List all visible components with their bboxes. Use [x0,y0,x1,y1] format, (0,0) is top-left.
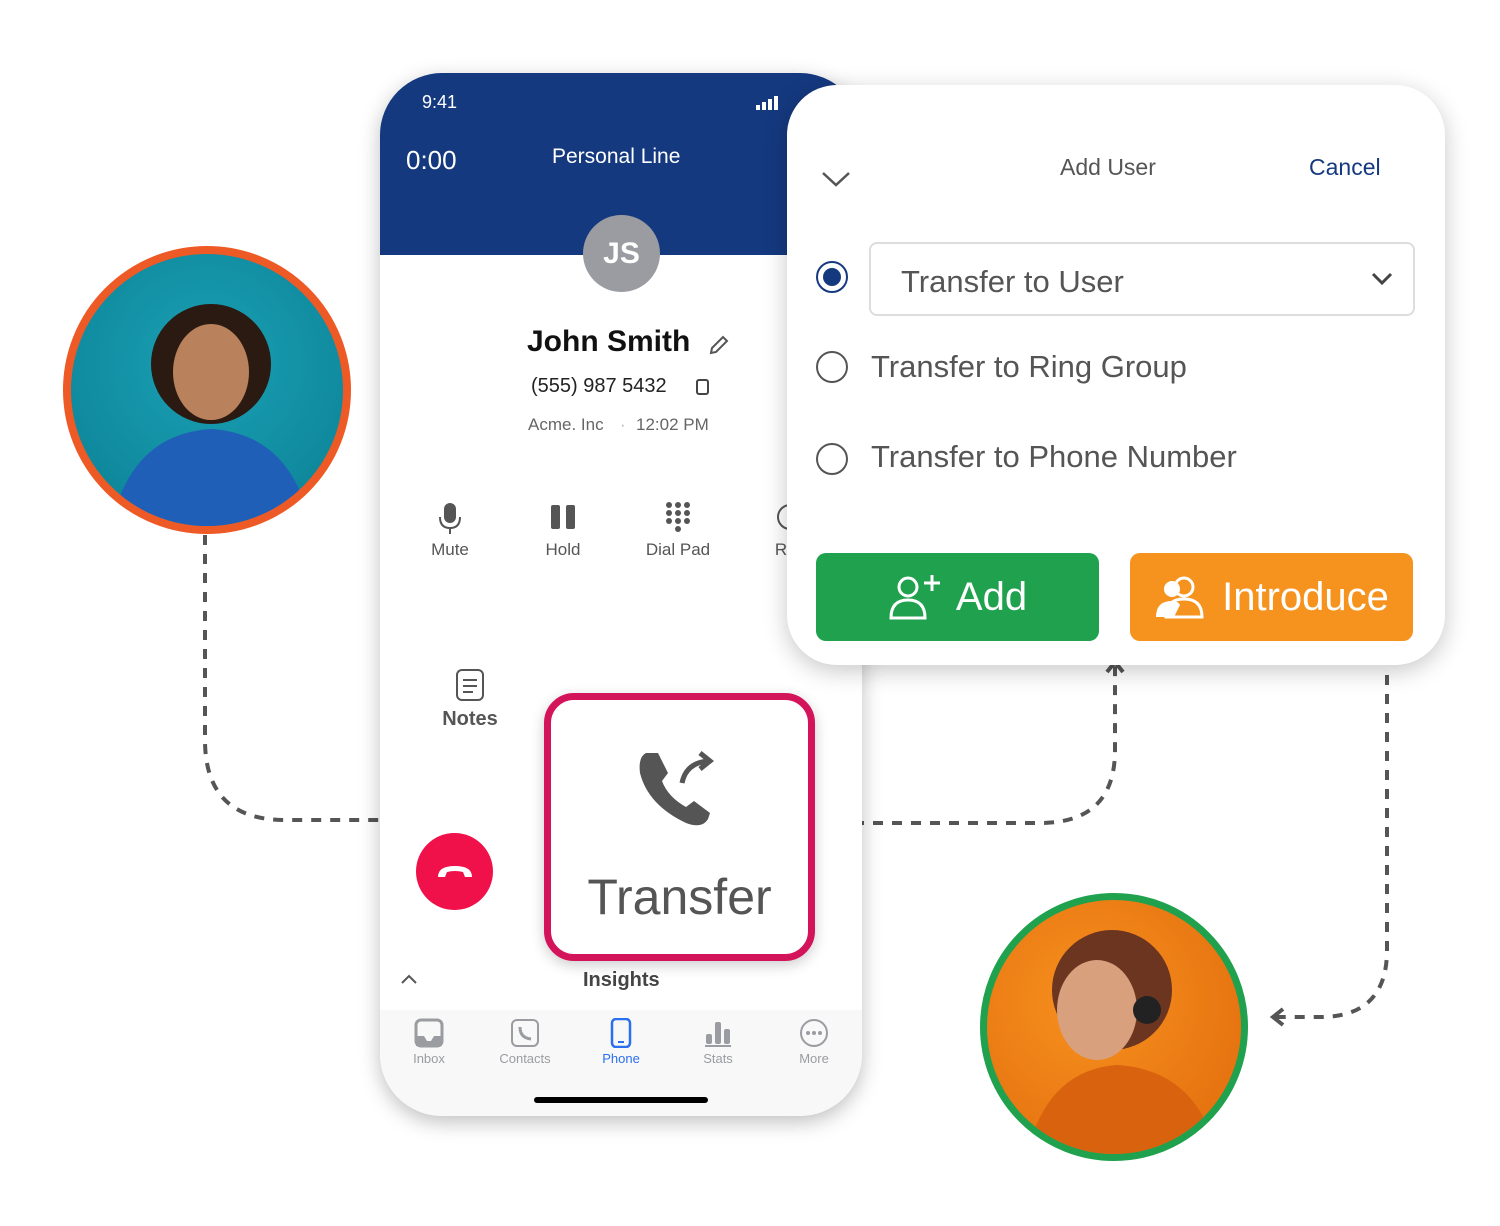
add-user-popup: Add User Cancel Transfer to User Transfe… [787,85,1445,665]
contact-company: Acme. Inc [528,415,604,434]
pause-icon [551,505,575,529]
transfer-user-select[interactable]: Transfer to User [869,242,1415,316]
hangup-icon [437,865,472,877]
contact-phone: (555) 987 5432 [531,375,667,397]
radio-ring-group[interactable] [816,351,848,383]
tab-label: Phone [602,1051,640,1066]
mute-button[interactable]: Mute [410,501,490,560]
transfer-label: Transfer [587,869,772,925]
radio-transfer-user[interactable] [816,261,848,293]
tab-label: More [799,1051,829,1066]
call-timer: 0:00 [406,145,457,175]
add-user-icon [889,575,940,620]
select-value: Transfer to User [901,264,1124,299]
microphone-icon [439,503,461,534]
agent-photo-left [63,246,351,534]
hold-button[interactable]: Hold [523,501,603,560]
tab-phone[interactable]: Phone [581,1017,661,1066]
copy-icon[interactable] [694,377,712,397]
chevron-up-icon[interactable] [400,973,418,985]
cancel-button[interactable]: Cancel [1309,154,1381,181]
more-icon [800,1019,828,1047]
radio-phone-number[interactable] [816,443,848,475]
phone-transfer-icon [639,751,715,826]
popup-title: Add User [1060,154,1156,180]
agent-photo-right [980,893,1248,1161]
tab-label: Stats [703,1051,733,1066]
introduce-label: Introduce [1222,574,1389,619]
end-call-button[interactable] [416,833,493,910]
tab-inbox[interactable]: Inbox [389,1018,469,1066]
signal-icon [756,96,778,110]
users-icon [1156,576,1204,619]
contact-name: John Smith [527,325,691,358]
add-label: Add [955,574,1028,619]
tab-label: Contacts [499,1051,551,1066]
contacts-icon [511,1019,539,1047]
status-time: 9:41 [422,92,458,112]
collapse-chevron-icon[interactable] [821,169,851,189]
avatar: JS [583,215,660,292]
hold-label: Hold [545,540,581,559]
dialpad-label: Dial Pad [645,540,711,559]
tab-label: Inbox [413,1051,445,1066]
notes-button[interactable]: Notes [430,668,510,731]
call-time: 12:02 PM [636,415,709,434]
tab-stats[interactable]: Stats [678,1018,758,1066]
mute-label: Mute [431,540,469,559]
separator: · [620,415,626,434]
dialpad-button[interactable]: Dial Pad [638,501,718,560]
tab-more[interactable]: More [774,1018,854,1066]
add-button[interactable]: Add [816,553,1099,641]
line-name: Personal Line [552,145,681,168]
home-indicator [534,1097,708,1103]
notes-label: Notes [442,708,498,730]
inbox-icon [414,1018,444,1048]
tab-contacts[interactable]: Contacts [485,1018,565,1066]
transfer-button[interactable]: Transfer [544,693,815,961]
option-ring-group[interactable]: Transfer to Ring Group [871,349,1187,385]
insights-label[interactable]: Insights [583,969,660,992]
notes-icon [456,669,484,701]
option-phone-number[interactable]: Transfer to Phone Number [871,439,1237,475]
chevron-down-icon [1371,272,1393,286]
edit-icon[interactable] [707,333,731,357]
dialpad-icon [666,502,690,532]
stats-icon [705,1022,731,1047]
phone-icon [610,1017,632,1049]
introduce-button[interactable]: Introduce [1130,553,1413,641]
